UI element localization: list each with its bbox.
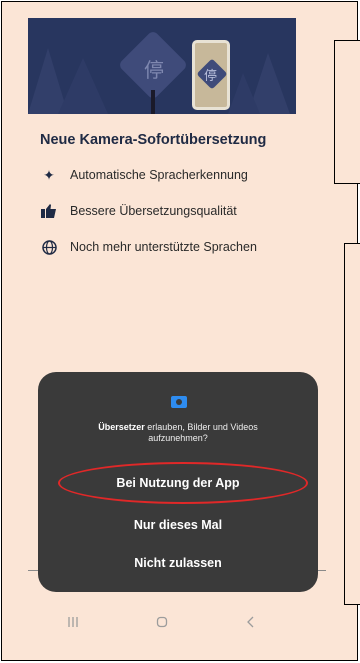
globe-icon: [40, 238, 58, 256]
allow-once-button[interactable]: Nur dieses Mal: [38, 518, 318, 532]
sign-pole: [151, 90, 155, 114]
feature-label: Bessere Übersetzungsqualität: [70, 204, 237, 218]
system-nav-bar: [28, 608, 296, 638]
feature-title: Neue Kamera-Sofortübersetzung: [40, 132, 267, 148]
deny-button[interactable]: Nicht zulassen: [38, 556, 318, 570]
permission-prompt: Übersetzer erlauben, Bilder und Videos a…: [68, 422, 288, 444]
annotation-box-bottom: [344, 243, 360, 605]
home-icon[interactable]: [156, 615, 168, 631]
recent-apps-icon[interactable]: [67, 615, 79, 631]
feature-banner-image: 停 停: [28, 18, 296, 114]
annotation-box-top: [334, 40, 360, 184]
phone-sign-character: 停: [204, 69, 218, 84]
prompt-text: erlauben, Bilder und Videos aufzunehmen?: [144, 422, 258, 443]
camera-icon: [171, 396, 187, 408]
feature-item-languages: Noch mehr unterstützte Sprachen: [40, 238, 257, 256]
app-name: Übersetzer: [98, 422, 145, 432]
sign-character: 停: [144, 58, 164, 82]
back-icon[interactable]: [245, 615, 257, 631]
feature-label: Automatische Spracherkennung: [70, 168, 248, 182]
thumbs-up-icon: [40, 202, 58, 220]
feature-label: Noch mehr unterstützte Sprachen: [70, 240, 257, 254]
feature-item-quality: Bessere Übersetzungsqualität: [40, 202, 237, 220]
phone-illustration: 停: [192, 40, 230, 110]
permission-dialog: Übersetzer erlauben, Bilder und Videos a…: [38, 372, 318, 592]
sparkle-icon: ✦: [43, 166, 55, 183]
feature-item-auto-detect: ✦ Automatische Spracherkennung: [40, 166, 248, 184]
allow-while-using-button[interactable]: Bei Nutzung der App: [38, 476, 318, 490]
